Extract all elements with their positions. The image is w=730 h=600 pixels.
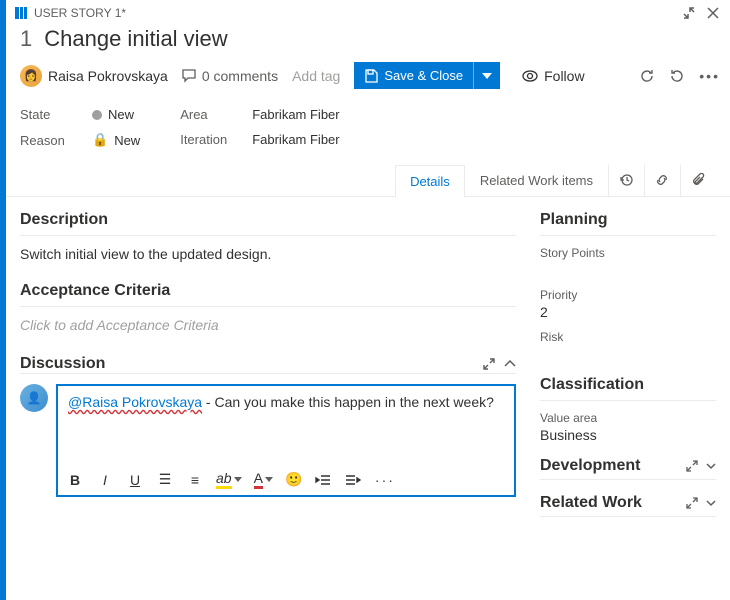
priority-label: Priority: [540, 288, 716, 302]
more-actions-icon[interactable]: •••: [699, 68, 720, 84]
divider: [20, 235, 516, 236]
chevron-down-icon[interactable]: [706, 463, 716, 470]
refresh-icon[interactable]: [639, 68, 655, 84]
emoji-button[interactable]: 🙂: [285, 471, 303, 488]
divider: [20, 373, 516, 374]
divider: [20, 306, 516, 307]
description-field[interactable]: Switch initial view to the updated desig…: [20, 246, 516, 262]
italic-button[interactable]: I: [96, 472, 114, 488]
tab-related-work-items[interactable]: Related Work items: [465, 164, 608, 196]
reason-field[interactable]: 🔒New: [92, 132, 140, 148]
outdent-button[interactable]: [315, 474, 333, 486]
work-item-id: 1: [20, 26, 32, 52]
bullet-list-button[interactable]: ☰: [156, 471, 174, 488]
value-area-field[interactable]: Business: [540, 427, 716, 443]
bold-button[interactable]: B: [66, 472, 84, 488]
highlight-button[interactable]: ab: [216, 470, 242, 489]
divider: [540, 479, 716, 480]
follow-button[interactable]: Follow: [522, 68, 584, 84]
save-label: Save & Close: [384, 68, 463, 83]
expand-icon[interactable]: [686, 497, 698, 509]
mention-link[interactable]: @Raisa Pokrovskaya: [68, 394, 202, 410]
font-color-button[interactable]: A: [254, 470, 273, 489]
expand-icon[interactable]: [686, 460, 698, 472]
editor-toolbar: B I U ☰ ≡ ab A 🙂: [58, 464, 514, 495]
iteration-field[interactable]: Fabrikam Fiber: [252, 132, 339, 147]
assignee-name: Raisa Pokrovskaya: [48, 68, 168, 84]
planning-heading: Planning: [540, 211, 716, 229]
comments-button[interactable]: 0 comments: [182, 68, 278, 84]
divider: [540, 516, 716, 517]
current-user-avatar: 👤: [20, 384, 48, 412]
area-field[interactable]: Fabrikam Fiber: [252, 107, 339, 122]
tab-attachments[interactable]: [680, 164, 716, 196]
description-heading: Description: [20, 211, 516, 229]
assignee-picker[interactable]: 👩 Raisa Pokrovskaya: [20, 65, 168, 87]
expand-icon[interactable]: [482, 357, 496, 371]
follow-label: Follow: [544, 68, 584, 84]
development-heading: Development: [540, 457, 640, 475]
tab-links[interactable]: [644, 164, 680, 196]
restore-window-icon[interactable]: [682, 6, 696, 20]
state-dot-icon: [92, 110, 102, 120]
value-area-label: Value area: [540, 411, 716, 425]
discussion-text: - Can you make this happen in the next w…: [202, 394, 494, 410]
divider: [540, 400, 716, 401]
risk-label: Risk: [540, 330, 716, 344]
revert-icon[interactable]: [669, 68, 685, 84]
add-tag-button[interactable]: Add tag: [292, 68, 340, 84]
discussion-heading: Discussion: [20, 355, 105, 373]
work-item-type-icon: [14, 6, 28, 20]
close-icon[interactable]: [706, 6, 720, 20]
related-work-heading: Related Work: [540, 494, 642, 512]
save-dropdown-button[interactable]: [473, 62, 500, 89]
chevron-down-icon[interactable]: [706, 500, 716, 507]
classification-heading: Classification: [540, 376, 716, 394]
divider: [540, 235, 716, 236]
tab-details[interactable]: Details: [395, 165, 465, 197]
save-and-close-button[interactable]: Save & Close: [354, 62, 473, 89]
area-label: Area: [180, 107, 236, 122]
work-item-title[interactable]: Change initial view: [44, 26, 227, 52]
state-label: State: [20, 107, 76, 122]
risk-field[interactable]: [540, 346, 716, 362]
acceptance-criteria-heading: Acceptance Criteria: [20, 282, 516, 300]
state-field[interactable]: New: [92, 107, 134, 122]
indent-button[interactable]: [345, 474, 363, 486]
reason-label: Reason: [20, 133, 76, 148]
more-formatting-button[interactable]: ···: [375, 472, 395, 488]
iteration-label: Iteration: [180, 132, 236, 147]
story-points-field[interactable]: [540, 262, 716, 278]
discussion-editor[interactable]: @Raisa Pokrovskaya - Can you make this h…: [58, 386, 514, 464]
numbered-list-button[interactable]: ≡: [186, 472, 204, 488]
lock-icon: 🔒: [92, 132, 108, 148]
avatar: 👩: [20, 65, 42, 87]
acceptance-criteria-field[interactable]: Click to add Acceptance Criteria: [20, 317, 516, 333]
tab-history[interactable]: [608, 164, 644, 196]
priority-field[interactable]: 2: [540, 304, 716, 320]
collapse-icon[interactable]: [504, 360, 516, 368]
comments-count: 0 comments: [202, 68, 278, 84]
underline-button[interactable]: U: [126, 472, 144, 488]
work-item-type-label: USER STORY 1*: [34, 6, 676, 20]
story-points-label: Story Points: [540, 246, 716, 260]
